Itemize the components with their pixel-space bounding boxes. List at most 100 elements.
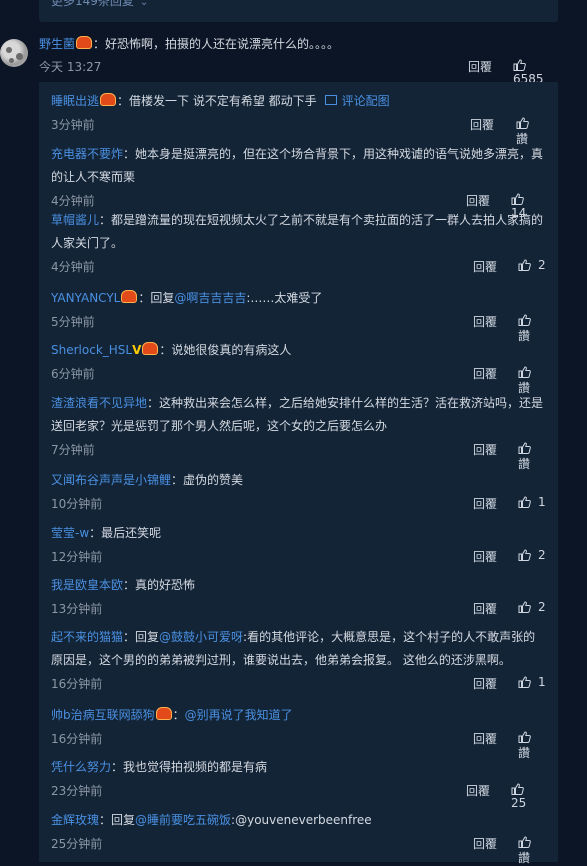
reply-item: 莹莹-w：最后还笑呢 12分钟前 回覆 2 [51, 522, 546, 567]
reply-username[interactable]: 凭什么努力 [51, 760, 111, 774]
reply-username[interactable]: 草帽酱儿 [51, 213, 99, 227]
reply-item: Sherlock_HSLV ：说她很俊真的有病这人 6分钟前 回覆讚 [51, 339, 546, 395]
reply-item: 帅b治病互联网舔狗 ：@别再说了我知道了 16分钟前 回覆讚 [51, 704, 546, 760]
vip-badge-icon [155, 707, 172, 720]
mention-link[interactable]: @睡前要吃五碗饭 [135, 813, 231, 827]
reply-button[interactable]: 回覆 [473, 313, 497, 330]
reply-button[interactable]: 回覆 [473, 548, 497, 565]
like-count: 2 [538, 548, 546, 562]
like-button[interactable]: 讚 [518, 441, 546, 472]
reply-meta: 13分钟前 回覆 2 [51, 597, 546, 619]
thumbs-up-icon [513, 59, 526, 71]
reply-button[interactable]: 回覆 [473, 600, 497, 617]
reply-username[interactable]: 睡眠出逃 [51, 94, 99, 108]
like-button[interactable]: 2 [518, 600, 546, 614]
thumbs-up-icon [516, 117, 529, 129]
thumbs-up-icon [518, 676, 531, 688]
reply-username[interactable]: 充电器不要炸 [51, 147, 123, 161]
like-count: 1 [538, 675, 546, 689]
reply-username[interactable]: Sherlock_HSL [51, 343, 132, 357]
comment-username[interactable]: 野生菌 [39, 37, 75, 51]
reply-text: ：借楼发一下 说不定有希望 都动下手 [117, 94, 317, 108]
reply-text: ：虚伪的赞美 [171, 473, 244, 487]
reply-button[interactable]: 回覆 [470, 116, 494, 133]
like-button[interactable]: 1 [518, 675, 546, 689]
reply-item: 我是欧皇本欧：真的好恐怖 13分钟前 回覆 2 [51, 574, 546, 619]
reply-username[interactable]: 我是欧皇本欧 [51, 578, 123, 592]
thumbs-up-icon [518, 731, 531, 743]
reply-text-line: 又闻布谷声声是小锦鲤：虚伪的赞美 [51, 469, 546, 492]
reply-text-line: 睡眠出逃 ：借楼发一下 说不定有希望 都动下手 评论配图 [51, 90, 546, 113]
reply-button[interactable]: 回覆 [473, 258, 497, 275]
thumbs-up-icon [518, 259, 531, 271]
reply-username[interactable]: 渣渣浪看不见异地 [51, 396, 147, 410]
like-button[interactable]: 2 [518, 548, 546, 562]
reply-username[interactable]: 帅b治病互联网舔狗 [51, 708, 155, 722]
vip-badge-icon [100, 93, 117, 106]
vip-badge-icon [142, 342, 159, 355]
reply-time: 16分钟前 [51, 732, 103, 746]
reply-button[interactable]: 回覆 [473, 675, 497, 692]
reply-text: ：都是蹭流量的现在短视频太火了之前不就是有个卖拉面的活了一群人去拍人家搞的人家关… [51, 213, 544, 250]
reply-button[interactable]: 回覆 [473, 730, 497, 747]
mention-link[interactable]: @鼓鼓小可爱呀 [159, 630, 243, 644]
like-count: 2 [538, 600, 546, 614]
like-count: 2 [538, 258, 546, 272]
thumbs-up-icon [518, 496, 531, 508]
reply-prefix: ：回复 [123, 630, 160, 644]
reply-item: 充电器不要炸：她本身是挺漂亮的，但在这个场合背景下，用这种戏谑的语气说她多漂亮，… [51, 143, 546, 220]
reply-time: 3分钟前 [51, 118, 95, 132]
more-replies-link[interactable]: 更多149条回复 ⌄ [51, 0, 148, 9]
reply-button[interactable]: 回覆 [473, 441, 497, 458]
avatar[interactable] [0, 39, 28, 67]
like-button[interactable]: 讚 [518, 835, 546, 866]
reply-meta: 6分钟前 回覆讚 [51, 362, 546, 395]
reply-username[interactable]: 又闻布谷声声是小锦鲤 [51, 473, 171, 487]
reply-text: ：我也觉得拍视频的都是有病 [111, 760, 268, 774]
reply-text-line: 金辉玫瑰：回复@睡前要吃五碗饭:@youveneverbeenfree [51, 809, 546, 832]
reply-text-line: Sherlock_HSLV ：说她很俊真的有病这人 [51, 339, 546, 362]
like-button[interactable]: 1 [518, 495, 546, 509]
reply-prefix: ：回复 [99, 813, 136, 827]
vip-badge-icon [121, 290, 138, 303]
reply-button[interactable]: 回覆 [466, 782, 490, 799]
thumbs-up-icon [511, 193, 524, 205]
reply-time: 4分钟前 [51, 260, 95, 274]
reply-button[interactable]: 回覆 [473, 365, 497, 382]
reply-button[interactable]: 回覆 [473, 835, 497, 852]
mention-link[interactable]: @啊吉吉吉吉 [174, 291, 246, 305]
reply-item: 凭什么努力：我也觉得拍视频的都是有病 23分钟前 回覆 25 [51, 756, 546, 810]
reply-item: YANYANCYL ：回复@啊吉吉吉吉:……太难受了 5分钟前 回覆讚 [51, 287, 546, 343]
reply-item: 渣渣浪看不见异地：这种救出来会怎么样，之后给她安排什么样的生活？活在救济站吗，还… [51, 392, 546, 471]
reply-item: 草帽酱儿：都是蹭流量的现在短视频太火了之前不就是有个卖拉面的活了一群人去拍人家搞… [51, 209, 546, 277]
more-replies-box: 更多149条回复 ⌄ [39, 0, 558, 22]
thumbs-up-icon [518, 314, 531, 326]
reply-button[interactable]: 回覆 [466, 192, 490, 209]
comment-time: 今天 13:27 [39, 60, 102, 74]
reply-text: ：最后还笑呢 [89, 526, 162, 540]
thumbs-up-icon [518, 442, 531, 454]
reply-meta: 12分钟前 回覆 2 [51, 545, 546, 567]
thumbs-up-icon [511, 783, 524, 795]
comment-image-link[interactable]: 评论配图 [324, 94, 390, 108]
reply-username[interactable]: 金辉玫瑰 [51, 813, 99, 827]
like-button[interactable]: 25 [511, 782, 546, 810]
like-button[interactable]: 2 [518, 258, 546, 272]
image-icon [324, 95, 337, 105]
reply-text-line: 我是欧皇本欧：真的好恐怖 [51, 574, 546, 597]
reply-text: ：她本身是挺漂亮的，但在这个场合背景下，用这种戏谑的语气说她多漂亮，真的让人不寒… [51, 147, 544, 184]
thumbs-up-icon [518, 601, 531, 613]
reply-username[interactable]: 起不来的猫猫 [51, 630, 123, 644]
reply-time: 7分钟前 [51, 443, 95, 457]
thumbs-up-icon [518, 836, 531, 848]
reply-username[interactable]: 莹莹-w [51, 526, 89, 540]
reply-button[interactable]: 回覆 [468, 58, 492, 75]
reply-username[interactable]: YANYANCYL [51, 291, 120, 305]
reply-time: 23分钟前 [51, 784, 103, 798]
reply-button[interactable]: 回覆 [473, 495, 497, 512]
thumbs-up-icon [518, 549, 531, 561]
mention-link[interactable]: @别再说了我知道了 [185, 708, 293, 722]
reply-text-line: 凭什么努力：我也觉得拍视频的都是有病 [51, 756, 546, 779]
reply-time: 13分钟前 [51, 602, 103, 616]
reply-time: 4分钟前 [51, 194, 95, 208]
